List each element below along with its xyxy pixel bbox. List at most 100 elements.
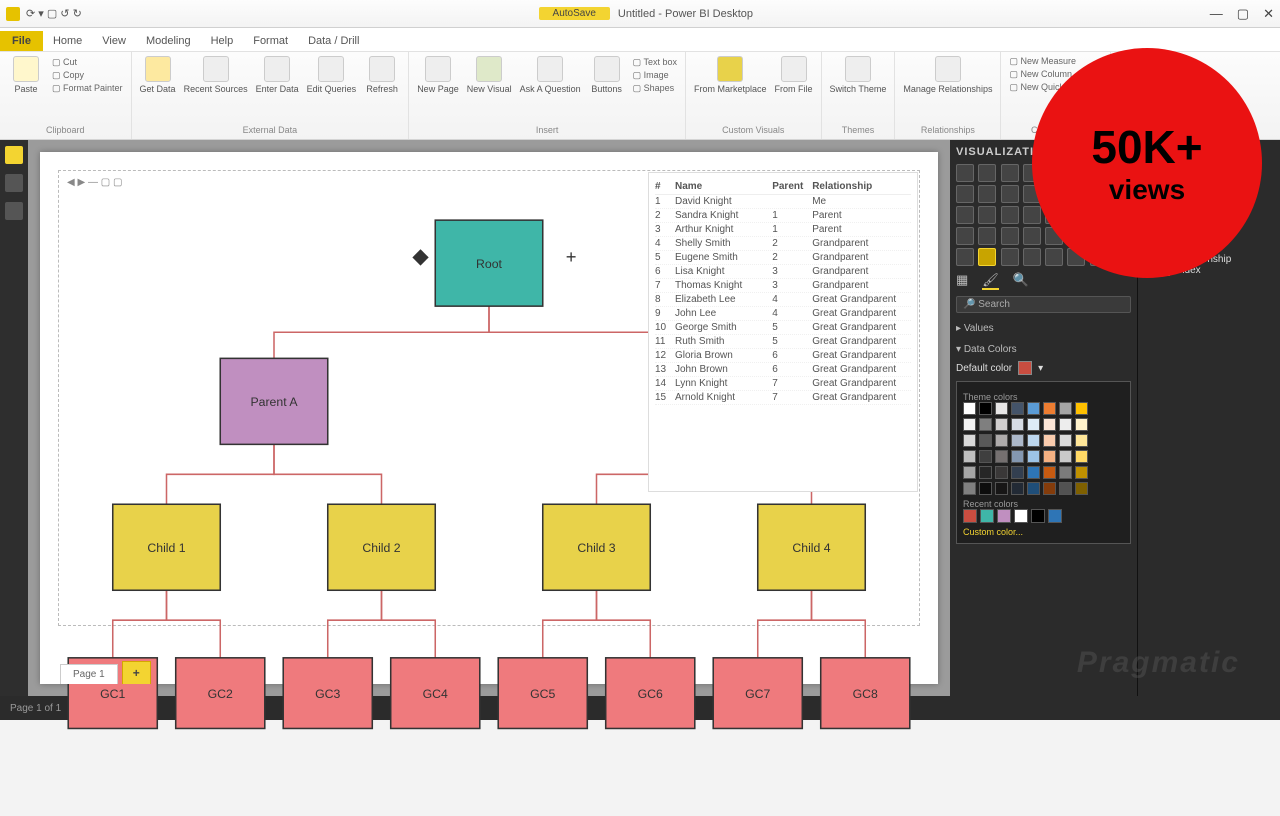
- enter-data-button[interactable]: Enter Data: [256, 56, 299, 94]
- ribbon-tab[interactable]: Help: [201, 31, 244, 51]
- color-picker-popup[interactable]: Theme colors Recent colors Custom color.…: [956, 381, 1131, 544]
- paste-button[interactable]: Paste: [8, 56, 44, 94]
- color-swatch[interactable]: [1027, 402, 1040, 415]
- clipboard-mini[interactable]: Cut Copy Format Painter: [52, 57, 123, 94]
- color-swatch[interactable]: [1075, 482, 1088, 495]
- viz-type-icon[interactable]: [1001, 248, 1019, 266]
- color-swatch[interactable]: [1043, 402, 1056, 415]
- window-minimize-button[interactable]: —: [1210, 6, 1223, 22]
- viz-type-icon[interactable]: [1001, 185, 1019, 203]
- custom-color-link[interactable]: Custom color...: [963, 527, 1124, 537]
- table-row[interactable]: 12Gloria Brown6Great Grandparent: [655, 349, 911, 363]
- color-swatch[interactable]: [995, 418, 1008, 431]
- ribbon-tab[interactable]: Data / Drill: [298, 31, 369, 51]
- color-swatch[interactable]: [963, 509, 977, 523]
- refresh-button[interactable]: Refresh: [364, 56, 400, 94]
- viz-type-icon[interactable]: [978, 185, 996, 203]
- add-page-button[interactable]: +: [122, 661, 151, 684]
- color-swatch[interactable]: [1027, 450, 1040, 463]
- color-swatch[interactable]: [1043, 482, 1056, 495]
- color-swatch[interactable]: [1011, 466, 1024, 479]
- color-swatch[interactable]: [1043, 466, 1056, 479]
- report-view-button[interactable]: [5, 146, 23, 164]
- color-swatch[interactable]: [1059, 466, 1072, 479]
- color-swatch[interactable]: [1059, 402, 1072, 415]
- viz-type-icon[interactable]: [978, 227, 996, 245]
- color-swatch[interactable]: [1011, 434, 1024, 447]
- color-swatch[interactable]: [979, 466, 992, 479]
- color-swatch[interactable]: [1031, 509, 1045, 523]
- table-row[interactable]: 8Elizabeth Lee4Great Grandparent: [655, 293, 911, 307]
- color-swatch[interactable]: [979, 402, 992, 415]
- window-close-button[interactable]: ✕: [1263, 6, 1274, 22]
- viz-type-icon[interactable]: [1001, 227, 1019, 245]
- color-swatch[interactable]: [1027, 434, 1040, 447]
- table-row[interactable]: 2Sandra Knight1Parent: [655, 209, 911, 223]
- table-row[interactable]: 6Lisa Knight3Grandparent: [655, 265, 911, 279]
- insert-mini[interactable]: Text box Image Shapes: [633, 57, 677, 94]
- analytics-tab-icon[interactable]: 🔍: [1013, 272, 1029, 290]
- switch-theme-button[interactable]: Switch Theme: [830, 56, 887, 94]
- color-swatch[interactable]: [1075, 450, 1088, 463]
- new-page-button[interactable]: New Page: [417, 56, 459, 94]
- edit-queries-button[interactable]: Edit Queries: [307, 56, 357, 94]
- color-swatch[interactable]: [980, 509, 994, 523]
- viz-type-icon[interactable]: [978, 248, 996, 266]
- data-view-button[interactable]: [5, 174, 23, 192]
- color-swatch[interactable]: [1059, 418, 1072, 431]
- viz-type-icon[interactable]: [956, 185, 974, 203]
- color-swatch[interactable]: [979, 450, 992, 463]
- color-swatch[interactable]: [1011, 482, 1024, 495]
- report-canvas[interactable]: ◀ ▶ — ▢ ▢⤢ ⋯ RootParent AParent BChild 1…: [40, 152, 938, 684]
- format-search-input[interactable]: 🔎 Search: [956, 296, 1131, 313]
- color-swatch[interactable]: [1048, 509, 1062, 523]
- fields-tab-icon[interactable]: ▦: [956, 272, 968, 290]
- viz-type-icon[interactable]: [1023, 206, 1041, 224]
- color-swatch[interactable]: [963, 418, 976, 431]
- color-swatch[interactable]: [979, 482, 992, 495]
- color-swatch[interactable]: [1011, 402, 1024, 415]
- viz-type-icon[interactable]: [956, 206, 974, 224]
- from-file-button[interactable]: From File: [775, 56, 813, 94]
- color-swatch[interactable]: [1075, 466, 1088, 479]
- table-row[interactable]: 7Thomas Knight3Grandparent: [655, 279, 911, 293]
- table-row[interactable]: 11Ruth Smith5Great Grandparent: [655, 335, 911, 349]
- page-tab[interactable]: Page 1: [60, 664, 118, 684]
- new-visual-button[interactable]: New Visual: [467, 56, 512, 94]
- default-color-swatch[interactable]: [1018, 361, 1032, 375]
- color-swatch[interactable]: [1043, 434, 1056, 447]
- color-swatch[interactable]: [1011, 418, 1024, 431]
- viz-type-icon[interactable]: [1001, 206, 1019, 224]
- table-row[interactable]: 15Arnold Knight7Great Grandparent: [655, 391, 911, 405]
- color-swatch[interactable]: [1027, 418, 1040, 431]
- color-swatch[interactable]: [995, 450, 1008, 463]
- color-swatch[interactable]: [995, 466, 1008, 479]
- table-row[interactable]: 14Lynn Knight7Great Grandparent: [655, 377, 911, 391]
- color-swatch[interactable]: [1014, 509, 1028, 523]
- color-swatch[interactable]: [1027, 482, 1040, 495]
- color-swatch[interactable]: [1043, 450, 1056, 463]
- file-tab[interactable]: File: [0, 31, 43, 51]
- default-color-row[interactable]: Default color▾: [956, 361, 1131, 375]
- color-swatch[interactable]: [1075, 402, 1088, 415]
- color-swatch[interactable]: [1075, 418, 1088, 431]
- table-row[interactable]: 4Shelly Smith2Grandparent: [655, 237, 911, 251]
- color-swatch[interactable]: [979, 434, 992, 447]
- viz-type-icon[interactable]: [1045, 248, 1063, 266]
- table-visual[interactable]: #NameParentRelationship1David KnightMe2S…: [648, 172, 918, 492]
- viz-type-icon[interactable]: [1023, 227, 1041, 245]
- viz-type-icon[interactable]: [978, 164, 996, 182]
- color-swatch[interactable]: [995, 482, 1008, 495]
- table-row[interactable]: 3Arthur Knight1Parent: [655, 223, 911, 237]
- ribbon-tab[interactable]: Modeling: [136, 31, 201, 51]
- model-view-button[interactable]: [5, 202, 23, 220]
- viz-type-icon[interactable]: [1001, 164, 1019, 182]
- ribbon-tab[interactable]: Home: [43, 31, 92, 51]
- window-maximize-button[interactable]: ▢: [1237, 6, 1249, 22]
- table-row[interactable]: 13John Brown6Great Grandparent: [655, 363, 911, 377]
- table-row[interactable]: 10George Smith5Great Grandparent: [655, 321, 911, 335]
- color-swatch[interactable]: [995, 434, 1008, 447]
- color-swatch[interactable]: [963, 482, 976, 495]
- ribbon-tab[interactable]: Format: [243, 31, 298, 51]
- color-swatch[interactable]: [1011, 450, 1024, 463]
